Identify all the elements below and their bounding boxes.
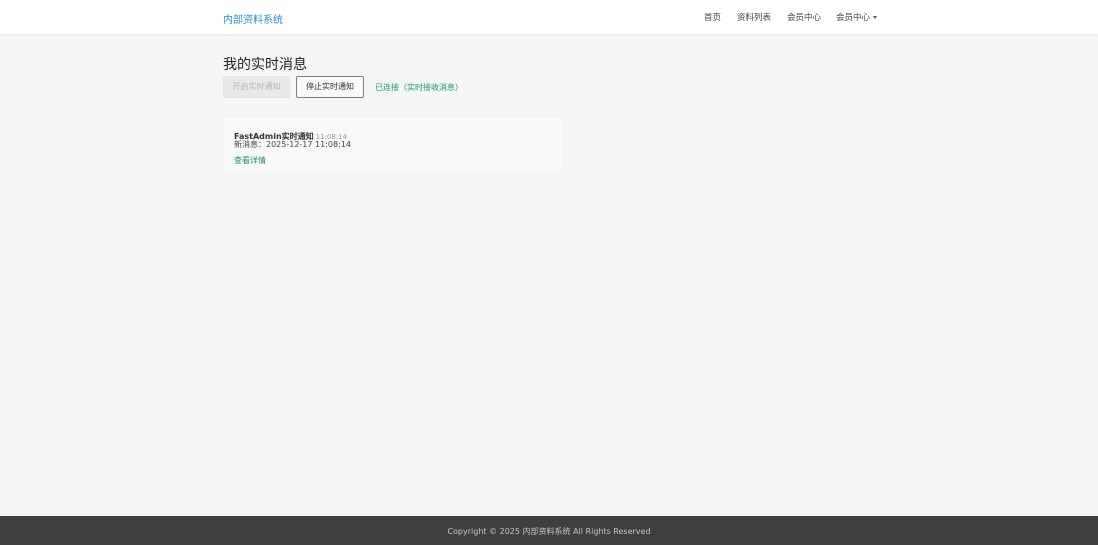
top-navbar: 内部资料系统 首页 资料列表 会员中心 会员中心 — [0, 0, 1098, 34]
message-card: FastAdmin实时通知 11:08:14 新消息：2025-12-17 11:… — [223, 117, 563, 173]
nav-menu: 首页 资料列表 会员中心 会员中心 — [0, 11, 1098, 25]
connection-status: 已连接（实时接收消息） — [375, 83, 463, 92]
view-details-link[interactable]: 查看详情 — [234, 155, 266, 166]
nav-item-member-center-dropdown[interactable]: 会员中心 — [836, 11, 878, 23]
start-notification-button[interactable]: 开启实时通知 — [223, 76, 290, 98]
nav-item-home[interactable]: 首页 — [704, 11, 721, 23]
footer: Copyright © 2025 内部资料系统 All Rights Reser… — [0, 516, 1098, 545]
stop-notification-button[interactable]: 停止实时通知 — [296, 76, 364, 98]
page-title: 我的实时消息 — [223, 57, 307, 73]
nav-item-document-list[interactable]: 资料列表 — [737, 11, 771, 23]
footer-copyright: Copyright © 2025 内部资料系统 All Rights Reser… — [447, 527, 651, 536]
caret-down-icon — [873, 16, 878, 19]
nav-item-member-center[interactable]: 会员中心 — [787, 11, 821, 23]
nav-item-member-dropdown-label: 会员中心 — [836, 13, 871, 23]
message-body: 新消息：2025-12-17 11:08:14 — [234, 140, 351, 149]
